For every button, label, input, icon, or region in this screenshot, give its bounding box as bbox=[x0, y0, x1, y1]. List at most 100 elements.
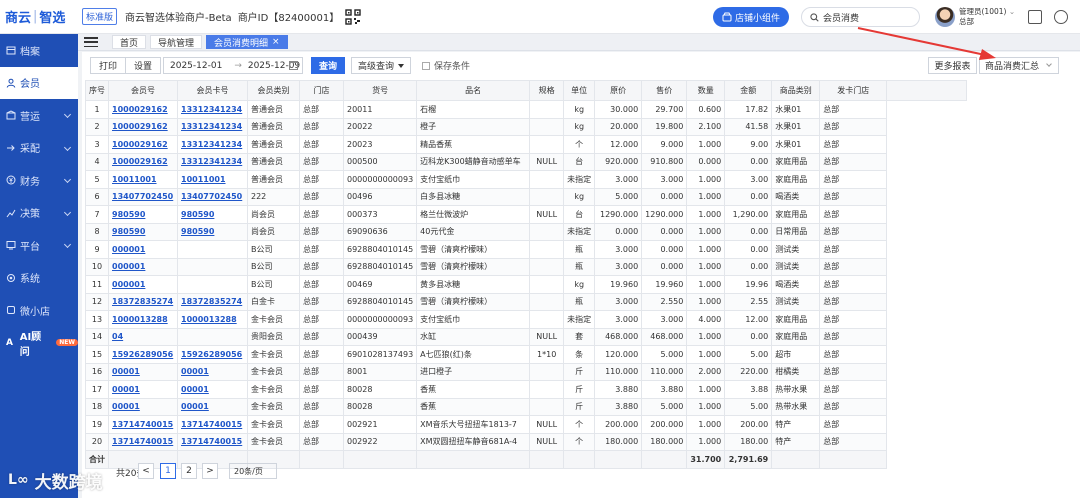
page-1-button[interactable]: 1 bbox=[160, 463, 176, 479]
sidebar-item-archive[interactable]: 档案 bbox=[0, 34, 78, 67]
column-header[interactable]: 商品类别 bbox=[771, 80, 821, 101]
table-row[interactable]: 8 980590 980590 尚会员 总部 69090636 40元代金 未指定 0.000 0… bbox=[85, 222, 967, 241]
member-link[interactable]: 980590 bbox=[177, 205, 248, 224]
sidebar-item-platform[interactable]: 平台 bbox=[0, 229, 78, 262]
date-from[interactable]: 2025-12-01 bbox=[164, 61, 222, 71]
member-link[interactable]: 13714740015 bbox=[177, 415, 248, 434]
member-link[interactable]: 00001 bbox=[177, 380, 248, 399]
table-row[interactable]: 14 04 贵阳会员 总部 000439 水缸 NULL 套 468.000 468.000 1.0… bbox=[85, 327, 967, 346]
member-link[interactable]: 1000029162 bbox=[108, 152, 178, 171]
column-header[interactable]: 规格 bbox=[529, 80, 565, 101]
table-row[interactable]: 12 18372835274 18372835274 白金卡 总部 69288040101… bbox=[85, 292, 967, 311]
page-2-button[interactable]: 2 bbox=[181, 463, 197, 479]
fullscreen-icon[interactable] bbox=[1028, 10, 1042, 24]
column-header[interactable]: 会员类别 bbox=[247, 80, 300, 101]
sidebar-item-purchase[interactable]: 采配 bbox=[0, 132, 78, 165]
sidebar-item-decision[interactable]: 决策 bbox=[0, 197, 78, 230]
member-link[interactable]: 1000013288 bbox=[177, 310, 248, 329]
column-header[interactable]: 品名 bbox=[416, 80, 531, 101]
member-link[interactable]: 00001 bbox=[177, 397, 248, 416]
date-range-picker[interactable]: 2025-12-01 → 2025-12-09 bbox=[163, 57, 303, 74]
table-row[interactable]: 9 000001 B公司 总部 6928804010145 雪碧（清爽柠檬味）瓶 3.000… bbox=[85, 240, 967, 259]
member-link[interactable]: 000001 bbox=[108, 257, 178, 276]
member-link[interactable]: 04 bbox=[108, 327, 178, 346]
close-icon[interactable]: × bbox=[272, 37, 280, 47]
table-row[interactable]: 16 00001 00001 金卡会员 总部 8001 进口橙子斤 110.000 110.00… bbox=[85, 362, 967, 381]
member-link[interactable]: 1000013288 bbox=[108, 310, 178, 329]
table-row[interactable]: 4 1000029162 13312341234 普通会员 总部 000500 迈科龙K30… bbox=[85, 152, 967, 171]
table-row[interactable]: 7 980590 980590 尚会员 总部 000373 格兰仕微波炉 NULL 台 1290.… bbox=[85, 205, 967, 224]
sidebar-item-member[interactable]: 会员 bbox=[0, 66, 78, 99]
member-link[interactable]: 1000029162 bbox=[108, 117, 178, 136]
column-header[interactable]: 门店 bbox=[299, 80, 344, 101]
table-row[interactable]: 20 13714740015 13714740015 金卡会员 总部 002922 XM双圆… bbox=[85, 432, 967, 451]
member-link[interactable]: 13407702450 bbox=[177, 187, 248, 206]
member-link[interactable]: 10011001 bbox=[108, 170, 178, 189]
sidebar-item-operation[interactable]: 营运 bbox=[0, 99, 78, 132]
member-link[interactable]: 13714740015 bbox=[177, 432, 248, 451]
member-link[interactable]: 1000029162 bbox=[108, 100, 178, 119]
column-header[interactable]: 序号 bbox=[85, 80, 109, 101]
member-link[interactable]: 13312341234 bbox=[177, 100, 248, 119]
calendar-icon[interactable] bbox=[289, 61, 298, 70]
column-header[interactable]: 原价 bbox=[594, 80, 643, 101]
member-link[interactable]: 13312341234 bbox=[177, 117, 248, 136]
tab-navigation[interactable]: 导航管理 bbox=[150, 35, 203, 49]
member-link[interactable]: 15926289056 bbox=[177, 345, 248, 364]
sidebar-item-ai-advisor[interactable]: A AI顾问 NEW bbox=[0, 327, 78, 360]
column-header[interactable]: 会员号 bbox=[108, 80, 178, 101]
sidebar-item-system[interactable]: 系统 bbox=[0, 262, 78, 295]
report-type-select[interactable]: 商品消费汇总 bbox=[979, 57, 1059, 74]
member-link[interactable]: 13407702450 bbox=[108, 187, 178, 206]
qr-code-icon[interactable] bbox=[345, 8, 361, 25]
query-button[interactable]: 查询 bbox=[311, 57, 345, 74]
table-row[interactable]: 11 000001 B公司 总部 00469 黄多县冰糖 kg 19.960 19.960 1.0… bbox=[85, 275, 967, 294]
store-widget-button[interactable]: 店铺小组件 bbox=[713, 7, 789, 27]
member-link[interactable]: 00001 bbox=[177, 362, 248, 381]
more-reports-button[interactable]: 更多报表 bbox=[928, 57, 977, 74]
table-row[interactable]: 1 1000029162 13312341234 普通会员 总部 20011 石榴 kg 30.… bbox=[85, 100, 967, 119]
print-button[interactable]: 打印 bbox=[90, 57, 127, 74]
member-link[interactable]: 1000029162 bbox=[108, 135, 178, 154]
tab-member-consumption[interactable]: 会员消费明细 × bbox=[206, 35, 288, 49]
member-link[interactable]: 13714740015 bbox=[108, 415, 178, 434]
member-link[interactable]: 980590 bbox=[177, 222, 248, 241]
page-size-select[interactable]: 20条/页 bbox=[229, 463, 277, 479]
member-link[interactable]: 980590 bbox=[108, 222, 178, 241]
column-header[interactable]: 会员卡号 bbox=[177, 80, 248, 101]
table-row[interactable]: 2 1000029162 13312341234 普通会员 总部 20022 橙子 kg 20.… bbox=[85, 117, 967, 136]
tab-home[interactable]: 首页 bbox=[112, 35, 147, 49]
table-row[interactable]: 3 1000029162 13312341234 普通会员 总部 20023 精品香蕉个 12… bbox=[85, 135, 967, 154]
table-row[interactable]: 13 1000013288 1000013288 金卡会员 总部 000000000009… bbox=[85, 310, 967, 329]
column-header[interactable]: 货号 bbox=[342, 80, 418, 101]
column-header[interactable]: 发卡门店 bbox=[819, 80, 888, 101]
member-link[interactable]: 00001 bbox=[108, 397, 178, 416]
column-header[interactable]: 数量 bbox=[686, 80, 726, 101]
table-row[interactable]: 6 13407702450 13407702450 222 总部 00496 白多县冰糖 kg… bbox=[85, 187, 967, 206]
table-row[interactable]: 15 15926289056 15926289056 金卡会员 总部 6901028137… bbox=[85, 345, 967, 364]
member-link[interactable]: 980590 bbox=[108, 205, 178, 224]
member-link[interactable]: 15926289056 bbox=[108, 345, 178, 364]
prev-page-button[interactable]: < bbox=[138, 463, 154, 479]
column-header[interactable]: 金额 bbox=[724, 80, 773, 101]
member-link[interactable]: 13312341234 bbox=[177, 152, 248, 171]
member-link[interactable]: 13312341234 bbox=[177, 135, 248, 154]
column-header[interactable]: 单位 bbox=[563, 80, 596, 101]
member-link[interactable]: 000001 bbox=[108, 275, 178, 294]
member-link[interactable]: 18372835274 bbox=[108, 292, 178, 311]
global-search-input[interactable]: 会员消费 bbox=[801, 7, 920, 27]
member-link[interactable]: 000001 bbox=[108, 240, 178, 259]
member-link[interactable]: 00001 bbox=[108, 362, 178, 381]
sidebar-item-finance[interactable]: 财务 bbox=[0, 164, 78, 197]
advanced-query-button[interactable]: 高级查询 bbox=[351, 57, 411, 74]
table-row[interactable]: 18 00001 00001 金卡会员 总部 80028 香蕉斤 3.880 5.000 1.00… bbox=[85, 397, 967, 416]
next-page-button[interactable]: > bbox=[202, 463, 218, 479]
member-link[interactable]: 00001 bbox=[108, 380, 178, 399]
member-link[interactable]: 13714740015 bbox=[108, 432, 178, 451]
power-icon[interactable] bbox=[1054, 10, 1068, 24]
save-condition-checkbox[interactable]: 保存条件 bbox=[422, 57, 470, 74]
member-link[interactable]: 10011001 bbox=[177, 170, 248, 189]
app-logo[interactable]: 商云 | 智选 bbox=[0, 0, 78, 34]
table-row[interactable]: 10 000001 B公司 总部 6928804010145 雪碧（清爽柠檬味）瓶 3.00… bbox=[85, 257, 967, 276]
settings-button[interactable]: 设置 bbox=[125, 57, 162, 74]
